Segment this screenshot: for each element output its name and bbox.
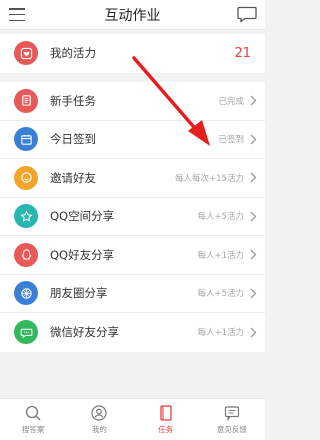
task-invite[interactable]: 邀请好友 每人每次+15活力 [0,159,265,198]
chevron-right-icon [250,249,257,260]
chat-bubble-icon [14,320,38,345]
tab-feedback[interactable]: 意见反馈 [199,399,265,440]
user-icon [91,405,107,421]
task-label: QQ好友分享 [50,247,115,262]
task-status: 每人+5活力 [197,212,244,223]
task-qq-share[interactable]: QQ好友分享 每人+1活力 [0,236,265,275]
search-icon [25,405,41,421]
tab-label: 意见反馈 [216,425,247,434]
chevron-right-icon [250,172,257,183]
tab-tasks[interactable]: 任务 [133,399,199,440]
page-title: 互动作业 [104,7,161,24]
chevron-right-icon [250,211,257,222]
vitality-card: 我的活力 21 [0,34,265,73]
bottom-tab-bar: 搜答案 我的 任务 意见反馈 [0,398,265,440]
qq-icon [14,242,38,267]
vitality-row[interactable]: 我的活力 21 [0,34,265,73]
task-checkin[interactable]: 今日签到 已签到 [0,121,265,159]
menu-icon[interactable] [9,8,25,21]
tab-label: 我的 [91,425,107,434]
task-status: 每人+5活力 [197,289,244,300]
task-wechat-share[interactable]: 微信好友分享 每人+1活力 [0,313,265,352]
calendar-icon [14,127,38,152]
task-label: 朋友圈分享 [50,286,108,301]
tab-label: 搜答案 [21,425,45,434]
task-status: 每人每次+15活力 [175,173,244,184]
tab-mine[interactable]: 我的 [66,399,132,440]
task-newbie[interactable]: 新手任务 已完成 [0,82,265,121]
document-icon [14,88,38,113]
top-bar: 互动作业 [0,0,265,30]
tab-search[interactable]: 搜答案 [0,399,66,440]
star-icon [14,204,38,229]
chevron-right-icon [250,288,257,299]
tab-label: 任务 [158,425,174,434]
vitality-label: 我的活力 [50,46,96,61]
chevron-right-icon [250,134,257,145]
task-label: 微信好友分享 [50,325,119,340]
task-label: 邀请好友 [50,170,96,185]
chevron-right-icon [250,327,257,338]
task-status: 已完成 [218,96,244,107]
task-label: QQ空间分享 [50,209,115,224]
task-status: 每人+1活力 [197,328,244,339]
task-label: 今日签到 [50,132,96,147]
aperture-icon [14,281,38,306]
book-icon [159,405,172,421]
task-list: 新手任务 已完成 今日签到 已签到 邀请好友 每人每次+15活力 QQ空间分享 … [0,82,265,352]
task-status: 已签到 [218,135,244,146]
message-icon[interactable] [237,6,257,23]
heart-icon [14,41,38,66]
task-status: 每人+1活力 [197,250,244,261]
task-qzone-share[interactable]: QQ空间分享 每人+5活力 [0,198,265,236]
vitality-count: 21 [234,45,251,61]
feedback-icon [224,406,239,422]
task-label: 新手任务 [50,93,96,108]
task-moments-share[interactable]: 朋友圈分享 每人+5活力 [0,275,265,313]
smile-icon [14,165,38,190]
chevron-right-icon [250,95,257,106]
